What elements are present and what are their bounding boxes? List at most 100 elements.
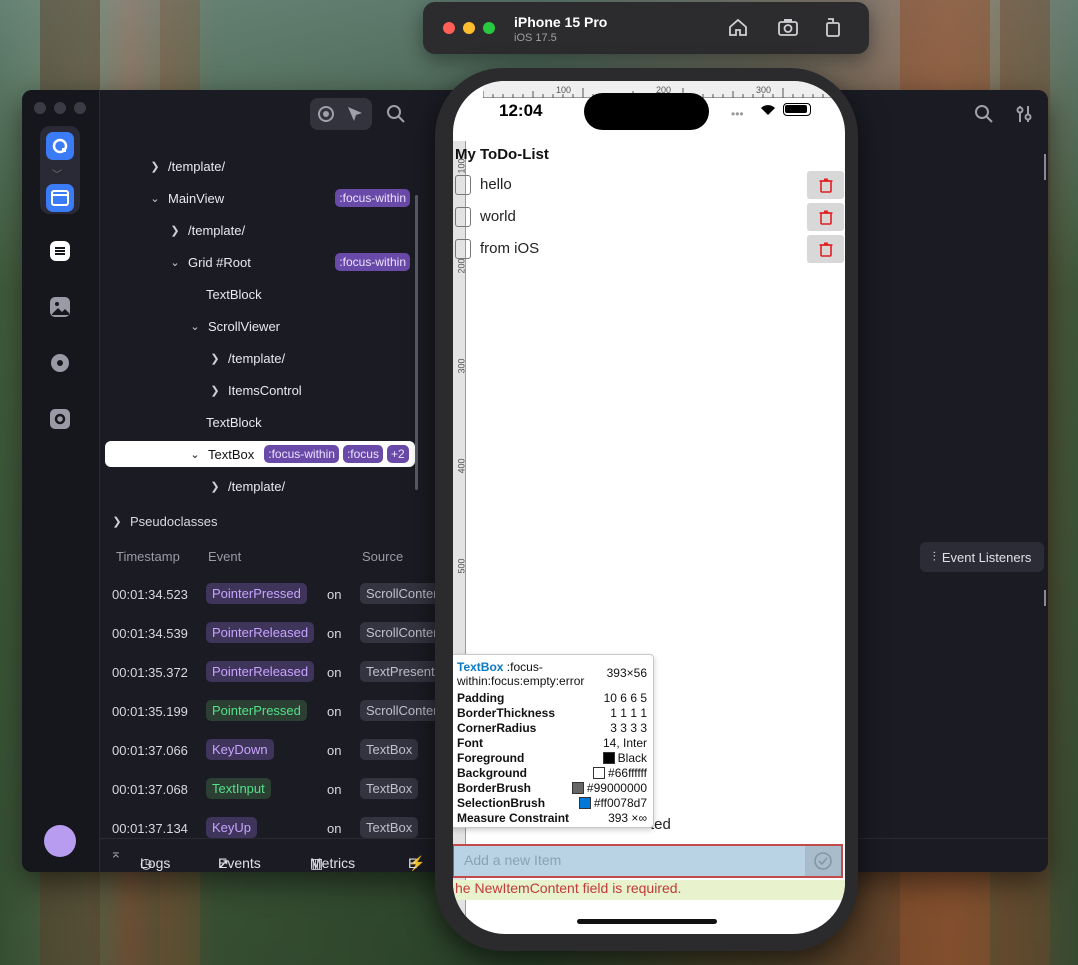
dynamic-island [584, 93, 709, 130]
table-row[interactable]: 00:01:35.199 PointerPressed on ScrollCon… [100, 694, 447, 733]
chevron-right-icon[interactable]: ❯ [110, 515, 124, 528]
home-indicator[interactable] [577, 919, 717, 924]
avatar[interactable] [44, 825, 76, 857]
filter-icon[interactable] [1014, 104, 1034, 124]
os-version: iOS 17.5 [514, 32, 557, 44]
tree-icon[interactable] [46, 237, 74, 265]
chevron-right-icon[interactable]: ❯ [148, 160, 162, 173]
element-inspector-tooltip: TextBox :focus-within:focus:empty:error … [453, 654, 654, 828]
wifi-icon [759, 102, 777, 116]
table-row[interactable]: 00:01:37.068 TextInput on TextBox [100, 772, 430, 811]
close-window-button[interactable] [443, 22, 455, 34]
pseudoclasses-section[interactable]: ❯ Pseudoclasses [100, 508, 430, 534]
screenshot-icon[interactable] [777, 16, 799, 38]
delete-button[interactable] [807, 203, 844, 231]
chevron-down-icon[interactable]: ⌄ [148, 192, 162, 205]
source-badge: TextBox [360, 739, 419, 760]
table-row[interactable]: 00:01:34.523 PointerPressed on ScrollCon… [100, 577, 447, 616]
source-badge: TextBox [360, 778, 419, 799]
source-badge: TextBox [360, 817, 419, 838]
simulator-title-bar: iPhone 15 Pro iOS 17.5 [423, 2, 869, 54]
search-icon[interactable] [386, 104, 406, 124]
tree-item-textbox[interactable]: ⌄ TextBox :focus-within :focus +2 [188, 440, 409, 468]
window-minimize-dot[interactable] [54, 102, 66, 114]
table-row[interactable]: 00:01:34.539 PointerReleased on ScrollCo… [100, 616, 447, 655]
events-table-header: Timestamp Event Source [100, 542, 430, 572]
image-icon[interactable] [46, 293, 74, 321]
chevron-down-icon[interactable]: ⌄ [188, 320, 202, 333]
window-close-dot[interactable] [34, 102, 46, 114]
sliders-icon: ⫶ [932, 549, 936, 564]
tree-item-template[interactable]: ❯/template/ [208, 344, 285, 372]
more-badges[interactable]: +2 [386, 445, 409, 463]
gear-icon[interactable] [46, 405, 74, 433]
tree-item-template[interactable]: ❯/template/ [208, 472, 285, 500]
column-event[interactable]: Event [208, 549, 241, 564]
table-row[interactable]: 00:01:37.066 KeyDown on TextBox [100, 733, 430, 772]
zoom-window-button[interactable] [483, 22, 495, 34]
todo-checkbox[interactable] [455, 239, 471, 259]
event-badge: PointerReleased [206, 661, 315, 682]
tree-item-scrollviewer[interactable]: ⌄ ScrollViewer [188, 312, 280, 340]
left-rail: ﹀ [22, 90, 100, 872]
list-item: hello [455, 171, 844, 199]
validation-error: he NewItemContent field is required. [453, 880, 845, 900]
home-icon[interactable] [727, 16, 749, 38]
source-badge: ScrollConten [360, 583, 447, 604]
page-title: My ToDo-List [455, 146, 549, 163]
battery-icon [783, 103, 811, 116]
tree-item-grid-root[interactable]: ⌄ Grid #Root:focus-within [168, 248, 410, 276]
window-zoom-dot[interactable] [74, 102, 86, 114]
target-icon[interactable] [46, 349, 74, 377]
target-picker-icon[interactable] [317, 105, 335, 123]
tree-item-template[interactable]: ❯/template/ [168, 216, 245, 244]
event-badge: TextInput [206, 778, 271, 799]
status-time: 12:04 [499, 101, 543, 120]
chevron-down-icon[interactable]: ⌄ [188, 448, 202, 461]
chevron-right-icon[interactable]: ❯ [208, 384, 222, 397]
tree-item-mainview[interactable]: ⌄ MainView:focus-within [148, 184, 410, 212]
new-item-input[interactable]: Add a new Item [453, 844, 843, 878]
app-logo-icon[interactable] [46, 132, 74, 160]
trash-icon [819, 178, 832, 193]
chevron-right-icon[interactable]: ❯ [168, 224, 182, 237]
checkmark-circle-icon [814, 852, 832, 870]
add-item-button[interactable] [805, 846, 841, 876]
events-scrollbar[interactable] [1044, 590, 1046, 606]
todo-checkbox[interactable] [455, 207, 471, 227]
tree-scrollbar[interactable] [415, 195, 418, 490]
delete-button[interactable] [807, 171, 844, 199]
delete-button[interactable] [807, 235, 844, 263]
source-badge: ScrollConten [360, 622, 447, 643]
list-item: world [455, 203, 844, 231]
event-badge: PointerPressed [206, 583, 307, 604]
tree-item-textblock[interactable]: TextBlock [206, 408, 262, 436]
right-scrollbar[interactable] [1044, 154, 1046, 180]
chevron-right-icon[interactable]: ❯ [208, 480, 222, 493]
collapse-icon[interactable]: ⌅ [110, 845, 122, 862]
tree-item-itemscontrol[interactable]: ❯ ItemsControl [208, 376, 301, 404]
list-item: from iOS [455, 235, 844, 263]
chevron-right-icon[interactable]: ❯ [208, 352, 222, 365]
cursor-pick-icon[interactable] [346, 105, 364, 123]
table-row[interactable]: 00:01:35.372 PointerReleased on TextPres… [100, 655, 441, 694]
column-source[interactable]: Source [362, 549, 403, 564]
rotate-icon[interactable] [822, 16, 844, 38]
chevron-down-icon[interactable]: ⌄ [168, 256, 182, 269]
todo-checkbox[interactable] [455, 175, 471, 195]
tree-toolbar [100, 90, 440, 135]
chevron-down-icon: ﹀ [52, 170, 62, 181]
focus-within-badge: :focus-within [335, 253, 410, 271]
source-badge: TextPresent [360, 661, 441, 682]
focus-within-badge: :focus-within [264, 445, 339, 463]
minimize-window-button[interactable] [463, 22, 475, 34]
window-icon[interactable] [46, 184, 74, 212]
focus-within-badge: :focus-within [335, 189, 410, 207]
search-icon[interactable] [974, 104, 994, 124]
event-listeners-button[interactable]: ⫶ Event Listeners [920, 542, 1044, 572]
iphone-frame: 100 200 300 100 200 300 400 500 600 12:0… [435, 68, 858, 951]
tree-item-template[interactable]: ❯/template/ [148, 152, 225, 180]
column-timestamp[interactable]: Timestamp [116, 549, 180, 564]
tree-item-textblock[interactable]: TextBlock [206, 280, 262, 308]
right-toolbar [842, 90, 1048, 135]
